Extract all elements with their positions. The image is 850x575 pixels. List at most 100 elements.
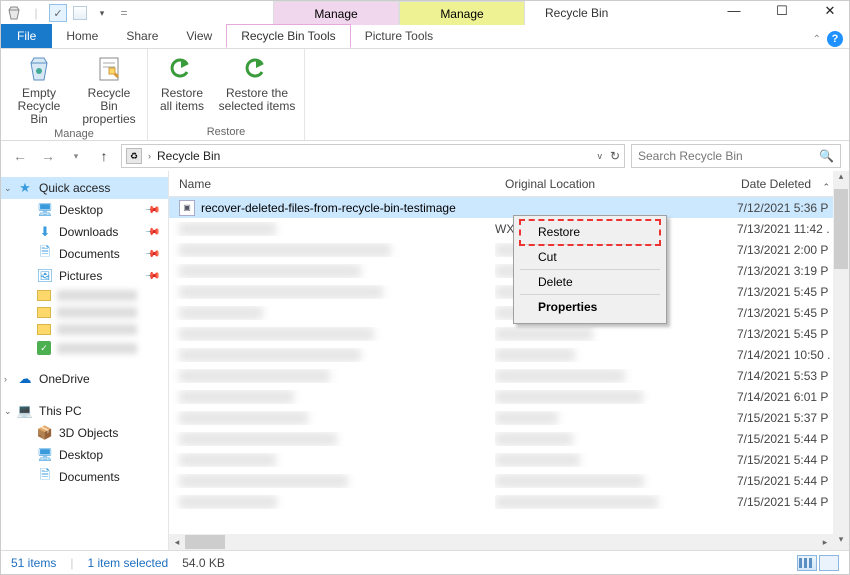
- column-header-name[interactable]: Name: [169, 177, 495, 191]
- qab-overflow[interactable]: =: [115, 4, 133, 22]
- redacted-filename: [179, 390, 294, 404]
- redacted-filename: [179, 474, 348, 488]
- expand-chevron-icon[interactable]: ⌄: [4, 406, 12, 417]
- context-menu-delete[interactable]: Delete: [520, 270, 660, 295]
- context-menu-cut[interactable]: Cut: [520, 245, 660, 270]
- sidebar-this-pc[interactable]: ⌄ 💻 This PC: [1, 400, 168, 422]
- vertical-scrollbar[interactable]: ▴ ▾: [833, 171, 849, 550]
- picture-tools-tab[interactable]: Picture Tools: [351, 24, 447, 48]
- qab-chevron-down-icon[interactable]: ▾: [93, 4, 111, 22]
- sidebar-quick-access[interactable]: ⌄ ★ Quick access: [1, 177, 168, 199]
- table-row[interactable]: WXWork\1...7/13/2021 11:42 .: [169, 218, 849, 239]
- search-box[interactable]: Search Recycle Bin 🔍: [631, 144, 841, 168]
- sidebar-downloads[interactable]: ⬇ Downloads 📌: [1, 221, 168, 243]
- sidebar-pinned-folder[interactable]: [1, 304, 168, 321]
- expand-chevron-icon[interactable]: ⌄: [4, 183, 12, 194]
- home-tab[interactable]: Home: [52, 24, 112, 48]
- table-row[interactable]: 7/13/2021 2:00 P: [169, 239, 849, 260]
- table-row[interactable]: 7/14/2021 10:50 .: [169, 344, 849, 365]
- table-row[interactable]: 7/15/2021 5:44 P: [169, 449, 849, 470]
- view-tab[interactable]: View: [172, 24, 226, 48]
- scrollbar-thumb[interactable]: [834, 189, 848, 269]
- recent-locations-chevron-icon[interactable]: ▾: [65, 145, 87, 167]
- redacted-filename: [179, 222, 276, 236]
- help-icon[interactable]: ?: [827, 31, 843, 47]
- date-deleted-cell: 7/13/2021 5:45 P: [731, 327, 849, 341]
- sidebar-pinned-folder[interactable]: [1, 287, 168, 304]
- sidebar-desktop-pc[interactable]: 🖥 Desktop: [1, 444, 168, 466]
- details-view-icon[interactable]: [797, 555, 817, 571]
- recycle-bin-properties-button[interactable]: Recycle Bin properties: [79, 53, 139, 126]
- minimize-button[interactable]: —: [719, 3, 749, 19]
- contextual-tab-recycle-bin-tools[interactable]: Manage: [273, 1, 399, 25]
- scroll-down-icon[interactable]: ▾: [839, 534, 844, 550]
- sidebar-pictures[interactable]: 🖼 Pictures 📌: [1, 265, 168, 287]
- redacted-filename: [179, 243, 391, 257]
- column-header-date-deleted[interactable]: Date Deleted ⌃: [731, 177, 849, 191]
- qab-separator: |: [27, 4, 45, 22]
- table-row[interactable]: 7/13/2021 5:45 P: [169, 323, 849, 344]
- original-location-cell: [495, 390, 731, 404]
- restore-selected-items-button[interactable]: Restore the selected items: [218, 53, 296, 124]
- up-button[interactable]: ↑: [93, 145, 115, 167]
- table-row[interactable]: 7/14/2021 5:53 P: [169, 365, 849, 386]
- close-button[interactable]: ✕: [815, 3, 845, 19]
- address-recycle-bin-icon: ♻: [126, 148, 142, 164]
- date-deleted-cell: 7/15/2021 5:44 P: [731, 453, 849, 467]
- forward-button[interactable]: →: [37, 145, 59, 167]
- onedrive-cloud-icon: ☁: [17, 371, 33, 387]
- table-row[interactable]: 7/15/2021 5:44 P: [169, 470, 849, 491]
- redacted-filename: [179, 264, 361, 278]
- navigation-pane: ⌄ ★ Quick access 🖥 Desktop 📌 ⬇ Downloads…: [1, 171, 169, 550]
- expand-chevron-icon[interactable]: ›: [4, 374, 7, 384]
- large-icons-view-icon[interactable]: [819, 555, 839, 571]
- address-refresh-icon[interactable]: ↻: [610, 149, 620, 163]
- ribbon-collapse-icon[interactable]: ⌃: [813, 34, 821, 45]
- maximize-button[interactable]: ☐: [767, 3, 797, 19]
- sidebar-3d-objects[interactable]: 📦 3D Objects: [1, 422, 168, 444]
- file-tab[interactable]: File: [1, 24, 52, 48]
- sidebar-documents[interactable]: 🗎 Documents 📌: [1, 243, 168, 265]
- contextual-tab-picture-tools[interactable]: Manage: [399, 1, 525, 25]
- table-row[interactable]: 7/15/2021 5:44 P: [169, 428, 849, 449]
- sidebar-pinned-folder[interactable]: ✓: [1, 338, 168, 358]
- empty-recycle-bin-button[interactable]: Empty Recycle Bin: [9, 53, 69, 126]
- sidebar-item-label: Downloads: [59, 225, 118, 239]
- address-dropdown-icon[interactable]: v: [597, 151, 602, 161]
- sidebar-documents-pc[interactable]: 🗎 Documents: [1, 466, 168, 488]
- address-bar[interactable]: ♻ › Recycle Bin v ↻: [121, 144, 625, 168]
- column-header-original-location[interactable]: Original Location: [495, 177, 731, 191]
- table-row[interactable]: 7/13/2021 3:19 P: [169, 260, 849, 281]
- date-deleted-cell: 7/15/2021 5:44 P: [731, 432, 849, 446]
- scroll-right-icon[interactable]: ▸: [817, 537, 833, 548]
- quick-access-toolbar: | ✓ ▾ =: [5, 4, 133, 22]
- qab-doc-icon[interactable]: [71, 4, 89, 22]
- recycle-bin-tools-tab[interactable]: Recycle Bin Tools: [226, 24, 351, 48]
- original-location-cell: [495, 369, 731, 383]
- back-button[interactable]: ←: [9, 145, 31, 167]
- sidebar-pinned-folder[interactable]: [1, 321, 168, 338]
- this-pc-icon: 💻: [17, 403, 33, 419]
- qab-properties-icon[interactable]: ✓: [49, 4, 67, 22]
- table-row[interactable]: 7/15/2021 5:37 P: [169, 407, 849, 428]
- ribbon-group-restore: Restore all items Restore the selected i…: [148, 49, 305, 140]
- table-row[interactable]: 7/14/2021 6:01 P: [169, 386, 849, 407]
- scroll-left-icon[interactable]: ◂: [169, 537, 185, 548]
- address-chevron-icon[interactable]: ›: [148, 151, 151, 161]
- context-menu-restore[interactable]: Restore: [520, 220, 660, 245]
- 3d-objects-icon: 📦: [37, 425, 53, 441]
- sidebar-item-label: OneDrive: [39, 372, 90, 386]
- scroll-up-icon[interactable]: ▴: [839, 171, 844, 187]
- table-row[interactable]: 7/13/2021 5:45 P: [169, 281, 849, 302]
- share-tab[interactable]: Share: [112, 24, 172, 48]
- properties-icon: [93, 53, 125, 85]
- table-row[interactable]: 7/15/2021 5:44 P: [169, 491, 849, 512]
- scrollbar-thumb[interactable]: [185, 535, 225, 549]
- context-menu-properties[interactable]: Properties: [520, 295, 660, 319]
- sidebar-onedrive[interactable]: › ☁ OneDrive: [1, 368, 168, 390]
- table-row[interactable]: ▣recover-deleted-files-from-recycle-bin-…: [169, 197, 849, 218]
- table-row[interactable]: 7/13/2021 5:45 P: [169, 302, 849, 323]
- restore-all-items-button[interactable]: Restore all items: [156, 53, 208, 124]
- horizontal-scrollbar[interactable]: ◂ ▸: [169, 534, 833, 550]
- sidebar-desktop[interactable]: 🖥 Desktop 📌: [1, 199, 168, 221]
